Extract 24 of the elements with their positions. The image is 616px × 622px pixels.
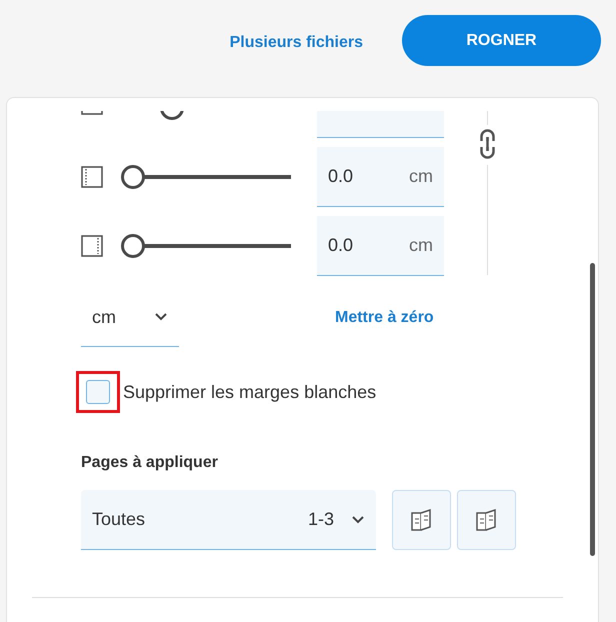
slider-thumb[interactable] [121,164,145,188]
margin-edge-icon [81,166,103,188]
chevron-down-icon [155,313,167,321]
pages-select[interactable]: Toutes 1-3 [81,490,376,550]
link-icon[interactable] [480,129,495,159]
checkbox[interactable] [86,380,110,404]
margin-input-field[interactable]: 0.0 cm [317,146,444,206]
pages-label: Pages à appliquer [81,453,219,473]
pages-icon [474,509,498,531]
checkbox-label: Supprimer les marges blanches [123,380,376,404]
margin-slider[interactable] [121,164,291,188]
odd-pages-button[interactable] [392,490,451,550]
pages-icon [410,509,434,531]
margin-slider[interactable] [121,234,291,258]
chevron-down-icon [352,516,364,524]
even-pages-button[interactable] [457,490,516,550]
slider-thumb[interactable] [121,234,145,258]
scrollbar[interactable] [590,263,595,556]
margin-input-field[interactable]: 0.0 cm [317,216,444,276]
margin-edge-icon [81,234,103,256]
reset-link[interactable]: Mettre à zéro [335,306,434,330]
unit-select[interactable]: cm [81,288,179,347]
multiple-files-link[interactable]: Plusieurs fichiers [230,31,363,55]
crop-button[interactable]: ROGNER [402,15,601,66]
